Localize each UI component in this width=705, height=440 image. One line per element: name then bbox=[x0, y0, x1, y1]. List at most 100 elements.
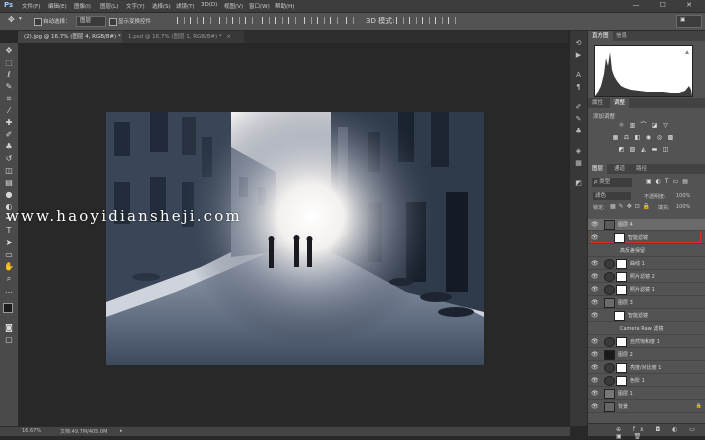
menu-view[interactable]: 视图(V) bbox=[224, 2, 243, 10]
gradient-map-icon[interactable]: ▬ bbox=[651, 147, 658, 153]
3d-rotate-icon[interactable] bbox=[396, 17, 404, 24]
canvas-photo[interactable] bbox=[106, 112, 484, 365]
visibility-eye-icon[interactable]: 👁 bbox=[591, 403, 599, 410]
healing-brush-tool-icon[interactable]: ✚ bbox=[3, 118, 15, 127]
visibility-eye-icon[interactable]: 👁 bbox=[591, 312, 599, 319]
layer-row[interactable]: 👁 图层 3 bbox=[588, 297, 705, 309]
layer-filter-select[interactable]: ρ 类型 bbox=[592, 178, 632, 187]
window-controls[interactable]: — ☐ ✕ bbox=[632, 1, 701, 9]
align-vcenter-icon[interactable] bbox=[190, 17, 198, 24]
shape-tool-icon[interactable]: ▭ bbox=[3, 250, 15, 259]
brush-presets-icon[interactable]: ✎ bbox=[574, 115, 583, 123]
menu-edit[interactable]: 编辑(E) bbox=[48, 2, 67, 10]
tab-paths[interactable]: 路径 bbox=[632, 164, 651, 174]
menu-file[interactable]: 文件(F) bbox=[22, 2, 40, 10]
layer-row[interactable]: 👁 图层 4 bbox=[588, 219, 705, 231]
actions-panel-icon[interactable]: ▶ bbox=[574, 51, 583, 59]
menu-help[interactable]: 帮助(H) bbox=[275, 2, 294, 10]
exposure-adjust-icon[interactable]: ◪ bbox=[651, 123, 658, 129]
workspace-switcher-icon[interactable]: ▣ bbox=[676, 15, 702, 28]
document-tab[interactable]: 1.psd @ 16.7% (图层 1, RGB/8#) * × bbox=[122, 31, 244, 43]
layer-row[interactable]: Camera Raw 滤镜 bbox=[588, 323, 705, 335]
more-tools-icon[interactable]: … bbox=[3, 286, 15, 295]
levels-adjust-icon[interactable]: ▥ bbox=[629, 123, 636, 129]
tab-channels[interactable]: 通道 bbox=[610, 164, 629, 174]
document-info[interactable]: 文档:49.7M/405.0M bbox=[60, 428, 107, 435]
status-menu-arrow-icon[interactable]: ▸ bbox=[120, 428, 123, 434]
auto-align-icon[interactable] bbox=[346, 17, 354, 24]
3d-scale-icon[interactable] bbox=[448, 17, 456, 24]
clone-source-icon[interactable]: ♣ bbox=[574, 127, 583, 135]
styles-panel-icon[interactable]: ◩ bbox=[574, 179, 583, 187]
layer-row[interactable]: 高反差保留 bbox=[588, 245, 705, 257]
tab-histogram[interactable]: 直方图 bbox=[588, 31, 613, 41]
align-left-icon[interactable] bbox=[219, 17, 227, 24]
eraser-tool-icon[interactable]: ◫ bbox=[3, 166, 15, 175]
visibility-eye-icon[interactable]: 👁 bbox=[591, 286, 599, 293]
layer-filter-icons[interactable]: ▣◐T▭▤ bbox=[646, 178, 692, 185]
hue-saturation-icon[interactable]: ▦ bbox=[612, 135, 619, 141]
color-balance-icon[interactable]: ⚖ bbox=[623, 135, 630, 141]
brush-panel-icon[interactable]: ✐ bbox=[574, 103, 583, 111]
close-icon[interactable]: × bbox=[226, 34, 231, 40]
lasso-tool-icon[interactable]: ℓ bbox=[3, 70, 15, 79]
tab-properties[interactable]: 属性 bbox=[588, 98, 607, 108]
visibility-eye-icon[interactable]: 👁 bbox=[591, 260, 599, 267]
character-panel-icon[interactable]: A bbox=[574, 71, 583, 79]
distribute-vcenter-icon[interactable] bbox=[275, 17, 283, 24]
visibility-eye-icon[interactable]: 👁 bbox=[591, 273, 599, 280]
layer-row[interactable]: 👁 背景 🔒 bbox=[588, 401, 705, 413]
distribute-right-icon[interactable] bbox=[330, 17, 338, 24]
foreground-color-swatch[interactable] bbox=[3, 303, 13, 313]
align-right-icon[interactable] bbox=[245, 17, 253, 24]
tab-adjustments[interactable]: 调整 bbox=[610, 98, 630, 108]
hand-tool-icon[interactable]: ✋ bbox=[3, 262, 15, 271]
show-transform-checkbox[interactable] bbox=[109, 18, 117, 26]
distribute-hcenter-icon[interactable] bbox=[317, 17, 325, 24]
quick-select-tool-icon[interactable]: ✎ bbox=[3, 82, 15, 91]
menu-type[interactable]: 文字(Y) bbox=[126, 2, 145, 10]
distribute-bottom-icon[interactable] bbox=[288, 17, 296, 24]
posterize-icon[interactable]: ▨ bbox=[629, 147, 636, 153]
brush-tool-icon[interactable]: ✐ bbox=[3, 130, 15, 139]
layer-row[interactable]: 👁 自然饱和度 1 bbox=[588, 336, 705, 348]
auto-select-checkbox[interactable] bbox=[34, 18, 42, 26]
history-brush-tool-icon[interactable]: ↺ bbox=[3, 154, 15, 163]
gradient-tool-icon[interactable]: ▤ bbox=[3, 178, 15, 187]
layer-row[interactable]: 👁 色阶 1 bbox=[588, 375, 705, 387]
crop-tool-icon[interactable]: ⌗ bbox=[3, 94, 15, 103]
move-tool-icon[interactable]: ✥ bbox=[3, 46, 15, 55]
3d-slide-icon[interactable] bbox=[435, 17, 443, 24]
color-panel-icon[interactable]: ◈ bbox=[574, 147, 583, 155]
menu-3d[interactable]: 3D(D) bbox=[201, 2, 217, 8]
layer-row[interactable]: 👁 图层 2 bbox=[588, 349, 705, 361]
color-lookup-icon[interactable]: ▩ bbox=[667, 135, 674, 141]
align-top-icon[interactable] bbox=[177, 17, 185, 24]
clone-stamp-tool-icon[interactable]: ♣ bbox=[3, 142, 15, 151]
menu-layer[interactable]: 图层(L) bbox=[100, 2, 118, 10]
curves-adjust-icon[interactable]: ⌒ bbox=[640, 123, 647, 129]
visibility-eye-icon[interactable]: 👁 bbox=[591, 377, 599, 384]
selective-color-icon[interactable]: ◫ bbox=[662, 147, 669, 153]
vibrance-adjust-icon[interactable]: ▽ bbox=[662, 123, 669, 129]
auto-select-target[interactable]: 图层 bbox=[76, 16, 106, 27]
3d-roll-icon[interactable] bbox=[409, 17, 417, 24]
distribute-left-icon[interactable] bbox=[304, 17, 312, 24]
paragraph-panel-icon[interactable]: ¶ bbox=[574, 83, 583, 91]
layer-row[interactable]: 👁 曲线 1 bbox=[588, 258, 705, 270]
eyedropper-tool-icon[interactable]: ⁄ bbox=[3, 106, 15, 115]
visibility-eye-icon[interactable]: 👁 bbox=[591, 221, 599, 228]
photo-filter-icon[interactable]: ◉ bbox=[645, 135, 652, 141]
layer-row[interactable]: 👁 图层 1 bbox=[588, 388, 705, 400]
marquee-tool-icon[interactable]: ⬚ bbox=[3, 58, 15, 67]
tab-info[interactable]: 信息 bbox=[612, 31, 631, 41]
visibility-eye-icon[interactable]: 👁 bbox=[591, 338, 599, 345]
history-panel-icon[interactable]: ⟲ bbox=[574, 39, 583, 47]
channel-mixer-icon[interactable]: ◎ bbox=[656, 135, 663, 141]
blend-mode-select[interactable]: 滤色 bbox=[593, 192, 631, 200]
layer-row[interactable]: 👁 照片滤镜 1 bbox=[588, 284, 705, 296]
menu-image[interactable]: 图像(I) bbox=[74, 2, 91, 10]
tab-layers[interactable]: 图层 bbox=[588, 164, 608, 174]
layer-row[interactable]: 👁 智能滤镜 bbox=[588, 310, 705, 322]
visibility-eye-icon[interactable]: 👁 bbox=[591, 299, 599, 306]
